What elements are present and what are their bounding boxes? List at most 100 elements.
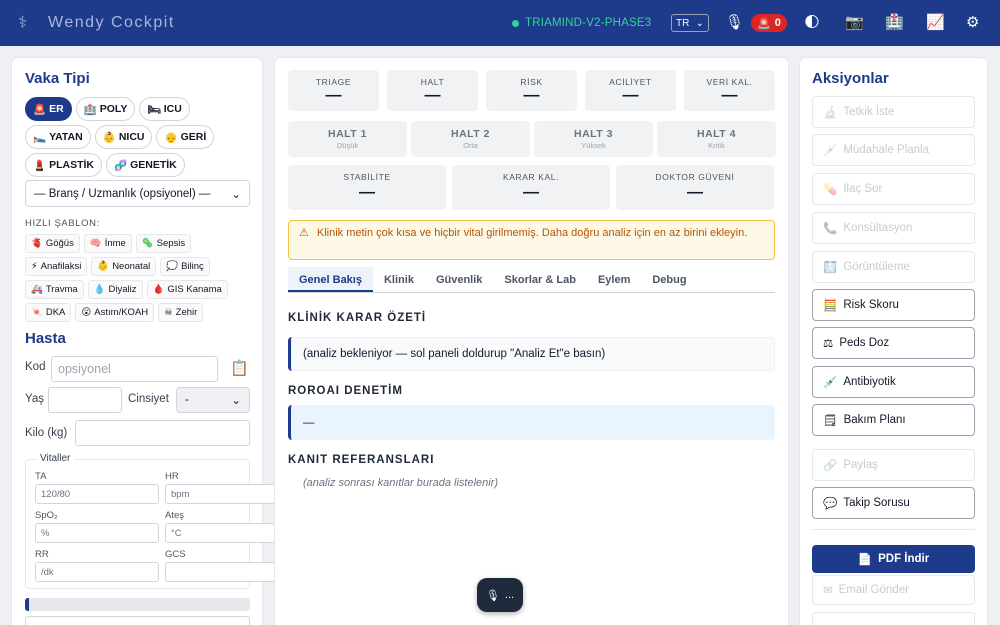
- action-icon: 📞: [823, 223, 838, 235]
- actions-title: Aksiyonlar: [812, 70, 889, 87]
- clipboard-icon[interactable]: 📋: [230, 359, 249, 377]
- template-label: Travma: [45, 284, 78, 295]
- branch-select[interactable]: — Branş / Uzmanlık (opsiyonel) — ⌄: [25, 180, 250, 207]
- halt-sub: Düşük: [336, 141, 359, 150]
- age-input[interactable]: [48, 387, 122, 413]
- stat-value: —: [523, 87, 540, 104]
- theme-toggle-icon[interactable]: 🌓: [804, 13, 820, 31]
- vital-input[interactable]: /dk: [35, 562, 159, 582]
- microphone-icon[interactable]: 🎙: [725, 13, 744, 31]
- case-type-chip[interactable]: 👶 NICU: [94, 125, 153, 149]
- chevron-down-icon: ⌄: [695, 17, 704, 29]
- gender-select[interactable]: - ⌄: [176, 387, 250, 413]
- kod-input[interactable]: opsiyonel: [51, 356, 218, 382]
- templates-label: HIZLI ŞABLON:: [25, 218, 100, 229]
- template-chip[interactable]: 🚑 Travma: [25, 280, 84, 299]
- language-select[interactable]: TR ⌄: [671, 14, 709, 32]
- vital-input[interactable]: °C: [165, 523, 275, 543]
- gender-label: Cinsiyet: [128, 393, 169, 405]
- halt-label: HALT 2: [451, 128, 490, 140]
- template-chip[interactable]: 😮 Astım/KOAH: [75, 303, 155, 322]
- gear-icon[interactable]: ⚙: [966, 13, 979, 31]
- template-label: Anafilaksi: [40, 261, 82, 272]
- action-label: Paylaş: [843, 459, 878, 471]
- mail-icon: ✉: [823, 585, 833, 597]
- pdf-download-button[interactable]: 📄 PDF İndir: [812, 545, 975, 573]
- tab-item[interactable]: Debug: [641, 267, 697, 292]
- template-chip[interactable]: 🩸 GIS Kanama: [146, 280, 228, 299]
- action-button[interactable]: 💊 İlaç Sor: [812, 173, 975, 205]
- template-chip[interactable]: ☠ Zehir: [158, 303, 204, 322]
- action-button[interactable]: 🔗 Paylaş: [812, 449, 975, 481]
- template-chip[interactable]: 🍬 DKA: [25, 303, 72, 322]
- template-icon: 👶: [97, 261, 110, 272]
- action-button[interactable]: ⚖ Peds Doz: [812, 327, 975, 359]
- vital-input[interactable]: bpm: [165, 484, 275, 504]
- alarm-button[interactable]: 🚨 0: [751, 14, 787, 32]
- case-type-chip[interactable]: 🏥 POLY: [75, 97, 136, 121]
- action-button[interactable]: 💉 Antibiyotik: [812, 366, 975, 398]
- template-icon: 💧: [93, 284, 106, 295]
- action-button[interactable]: 📞 Konsültasyon: [812, 212, 975, 244]
- case-type-icon: 🚨: [33, 103, 47, 116]
- action-button[interactable]: 🔬 Tetkik İste: [812, 96, 975, 128]
- voice-toast[interactable]: 🎙 ...: [477, 578, 523, 612]
- case-type-chip[interactable]: 🧬 GENETİK: [106, 153, 185, 177]
- stat-card: STABİLİTE —: [288, 165, 446, 210]
- template-chip[interactable]: 💧 Diyaliz: [87, 280, 143, 299]
- action-label: Takip Sorusu: [843, 497, 910, 509]
- action-button[interactable]: 💉 Müdahale Planla: [812, 134, 975, 166]
- extra-action-button[interactable]: [812, 612, 975, 625]
- tab-item[interactable]: Klinik: [373, 267, 425, 292]
- template-chip[interactable]: 🧠 İnme: [83, 234, 132, 253]
- stat-card: RİSK —: [486, 70, 577, 111]
- vital-label: HR: [165, 471, 179, 482]
- stat-card: VERİ KAL. —: [684, 70, 775, 111]
- vital-label: Ateş: [165, 510, 185, 521]
- alarm-count: 0: [774, 17, 781, 29]
- template-label: Astım/KOAH: [94, 307, 149, 318]
- case-type-chip[interactable]: 🛌 YATAN: [25, 125, 91, 149]
- template-icon: ☠: [164, 307, 173, 318]
- template-chip[interactable]: 💭 Bilinç: [160, 257, 210, 276]
- language-value: TR: [676, 17, 690, 29]
- tab-item[interactable]: Eylem: [587, 267, 641, 292]
- vital-input[interactable]: %: [35, 523, 159, 543]
- weight-input[interactable]: [75, 420, 250, 446]
- case-type-chip[interactable]: 💄 PLASTİK: [25, 153, 102, 177]
- camera-icon[interactable]: 📷: [845, 13, 864, 31]
- tab-item[interactable]: Genel Bakış: [288, 267, 373, 292]
- template-chip[interactable]: 🫀 Göğüs: [25, 234, 80, 253]
- vital-input[interactable]: 120/80: [35, 484, 159, 504]
- analyze-button[interactable]: [25, 616, 250, 625]
- tab-item[interactable]: Skorlar & Lab: [493, 267, 587, 292]
- action-button[interactable]: 🗒 Bakım Planı: [812, 404, 975, 436]
- action-button[interactable]: 🩻 Görüntüleme: [812, 251, 975, 283]
- halt-label: HALT 3: [574, 128, 613, 140]
- case-type-chip[interactable]: 🛏 ICU: [139, 97, 190, 121]
- stat-value: —: [523, 184, 539, 201]
- chart-icon[interactable]: 📈: [926, 13, 945, 31]
- case-type-icon: 👶: [102, 131, 116, 144]
- case-type-chip[interactable]: 👴 GERİ: [156, 125, 215, 149]
- hospital-icon[interactable]: 🏥: [885, 13, 904, 31]
- case-type-chip[interactable]: 🚨 ER: [25, 97, 72, 121]
- tab-item[interactable]: Güvenlik: [425, 267, 493, 292]
- summary-text: (analiz bekleniyor — sol paneli doldurup…: [303, 348, 606, 360]
- template-chip[interactable]: 👶 Neonatal: [91, 257, 157, 276]
- template-chip[interactable]: ⚡ Anafilaksi: [25, 257, 88, 276]
- template-icon: 💭: [166, 261, 179, 272]
- email-send-button[interactable]: ✉ Email Gönder: [812, 575, 975, 605]
- vital-label: TA: [35, 471, 47, 482]
- case-type-label: YATAN: [49, 131, 83, 143]
- vitals-legend: Vitaller: [36, 453, 75, 464]
- action-button[interactable]: 🧮 Risk Skoru: [812, 289, 975, 321]
- template-chip[interactable]: 🦠 Sepsis: [135, 234, 192, 253]
- vital-input[interactable]: [165, 562, 275, 582]
- branch-select-value: — Branş / Uzmanlık (opsiyonel) —: [34, 187, 211, 200]
- stat-value: —: [721, 87, 738, 104]
- halt-card: HALT 1 Düşük: [288, 121, 407, 157]
- vital-label: SpO₂: [35, 510, 58, 521]
- app-title: Wendy Cockpit: [48, 14, 175, 31]
- action-button[interactable]: 💬 Takip Sorusu: [812, 487, 975, 519]
